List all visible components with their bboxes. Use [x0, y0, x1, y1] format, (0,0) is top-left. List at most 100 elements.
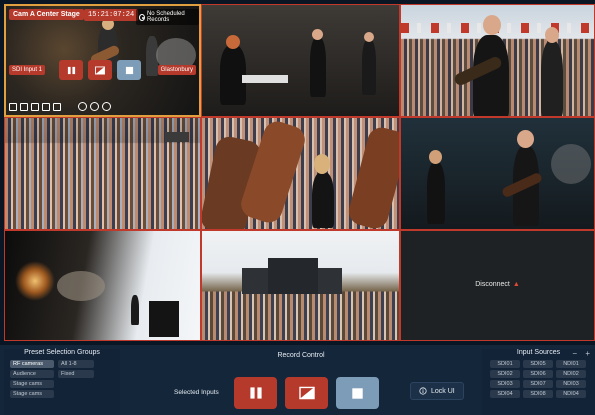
split-button[interactable]	[285, 377, 328, 409]
info-circle-icon	[419, 387, 427, 395]
selected-inputs-label: Selected Inputs	[174, 389, 219, 396]
warning-icon: ▲	[512, 281, 520, 288]
singer-head	[314, 154, 330, 174]
input-source-item[interactable]: SDI01	[490, 360, 520, 368]
input-source-item[interactable]: SDI04	[490, 390, 520, 398]
tile-drums-silhouette[interactable]	[4, 230, 201, 341]
cymbal-shape	[551, 144, 591, 184]
tile-duo-stage[interactable]	[400, 117, 595, 230]
preset-groups-list: RF cameras All 1-8 Audience Fixed Stage …	[4, 360, 120, 398]
singer-figure	[312, 172, 334, 228]
control-panel: Preset Selection Groups RF cameras All 1…	[0, 345, 595, 415]
preset-group-item[interactable]: Fixed	[58, 370, 94, 378]
preset-group-item[interactable]: Audience	[10, 370, 54, 378]
video-grid: Cam A Center Stage 15:21:07:24 No Schedu…	[4, 4, 595, 341]
disconnect-label: Disconnect	[475, 281, 510, 288]
split-icon	[298, 386, 315, 400]
input-sources-header: Input Sources − +	[482, 349, 595, 360]
distant-figure	[131, 295, 139, 325]
tile-record-controls	[59, 60, 141, 80]
tile-crowd-wide[interactable]	[4, 117, 201, 230]
timer-icon[interactable]	[102, 102, 111, 111]
input-source-item[interactable]: NDI03	[556, 380, 586, 388]
clip-icon[interactable]	[42, 103, 50, 111]
multiview-app: Cam A Center Stage 15:21:07:24 No Schedu…	[0, 0, 595, 415]
tile-keyboard-stage[interactable]	[201, 4, 400, 117]
input-source-item[interactable]: NDI04	[556, 390, 586, 398]
tile-title: Cam A Center Stage	[9, 9, 84, 20]
tile-pause-button[interactable]	[59, 60, 83, 80]
female-guitarist-figure	[427, 162, 445, 224]
tile-stop-button[interactable]	[117, 60, 141, 80]
disconnect-message: Disconnect ▲	[401, 281, 594, 288]
preset-group-item[interactable]: All 1-8	[58, 360, 94, 368]
input-source-item[interactable]: SDI06	[523, 370, 553, 378]
record-status-icon	[139, 13, 145, 21]
stage-lights	[15, 261, 55, 301]
zoom-controls[interactable]: − +	[572, 349, 593, 358]
input-source-item[interactable]: SDI08	[523, 390, 553, 398]
drum-kit	[57, 271, 105, 301]
pause-icon	[67, 66, 75, 74]
preset-group-item[interactable]: Stage cams	[10, 380, 54, 388]
record-control-title: Record Control	[277, 352, 325, 359]
layout-icon[interactable]	[9, 103, 17, 111]
preset-group-item[interactable]: RF cameras	[10, 360, 54, 368]
guitar-right-shape	[345, 124, 399, 229]
record-status: No Scheduled Records	[136, 9, 199, 25]
folder-icon[interactable]	[31, 103, 39, 111]
location-label: Glastonbury	[157, 65, 196, 75]
lock-ui-button[interactable]: Lock UI	[410, 382, 464, 400]
tile-toolbar-right	[78, 102, 111, 111]
guitarist-head	[545, 27, 559, 43]
main-stage	[268, 258, 318, 294]
bassist-head	[312, 29, 323, 40]
amp-shape	[149, 301, 179, 337]
keyboard-shape	[242, 75, 288, 83]
split-icon	[95, 65, 105, 75]
input-source-item[interactable]: SDI07	[523, 380, 553, 388]
guitarist-figure	[362, 39, 376, 95]
input-sources-title: Input Sources	[516, 349, 561, 356]
tile-split-button[interactable]	[88, 60, 112, 80]
stop-icon	[352, 387, 363, 399]
timecode: 15:21:07:24	[84, 9, 139, 21]
speaker-tower-left	[242, 268, 268, 294]
male-guitarist-head	[517, 130, 534, 148]
input-source-item[interactable]: SDI03	[490, 380, 520, 388]
stop-icon	[125, 66, 133, 74]
preset-group-item[interactable]: Stage cams	[10, 390, 54, 398]
record-control-panel: Record Control Selected Inputs Lock UI ⚙	[124, 349, 493, 415]
tile-festival-wide[interactable]	[201, 230, 400, 341]
settings-icon[interactable]	[90, 102, 99, 111]
input-source-item[interactable]: NDI01	[556, 360, 586, 368]
source-label: SDI Input 1	[9, 65, 46, 75]
lock-ui-label: Lock UI	[431, 387, 455, 395]
stage-structure	[165, 132, 189, 142]
pause-button[interactable]	[234, 377, 277, 409]
female-guitarist-head	[429, 150, 442, 164]
input-source-item[interactable]: NDI02	[556, 370, 586, 378]
fullscreen-icon[interactable]	[78, 102, 87, 111]
record-status-text: No Scheduled Records	[146, 11, 185, 23]
input-sources-list: SDI01 SDI05 NDI01 SDI02 SDI06 NDI02 SDI0…	[482, 360, 595, 398]
lead-guitarist-head	[483, 15, 501, 35]
input-sources-panel: Input Sources − + SDI01 SDI05 NDI01 SDI0…	[482, 349, 595, 415]
input-source-item[interactable]: SDI02	[490, 370, 520, 378]
input-source-item[interactable]: SDI05	[523, 360, 553, 368]
pause-icon	[249, 387, 262, 399]
info-icon[interactable]	[53, 103, 61, 111]
tile-disconnected[interactable]: Disconnect ▲	[400, 230, 595, 341]
bassist-figure	[310, 37, 326, 97]
audio-icon[interactable]	[20, 103, 28, 111]
speaker-tower-right	[318, 268, 342, 294]
tile-cam-a-center-stage[interactable]: Cam A Center Stage 15:21:07:24 No Schedu…	[4, 4, 201, 117]
tile-toolbar-left	[9, 103, 61, 111]
stop-button[interactable]	[336, 377, 379, 409]
tile-guitarists-crowd[interactable]	[400, 4, 595, 117]
preset-groups-title: Preset Selection Groups	[24, 349, 100, 356]
tile-guitar-closeup[interactable]	[201, 117, 400, 230]
guitarist-head	[364, 32, 374, 42]
record-buttons	[234, 377, 379, 409]
guitarist-figure	[541, 41, 563, 116]
